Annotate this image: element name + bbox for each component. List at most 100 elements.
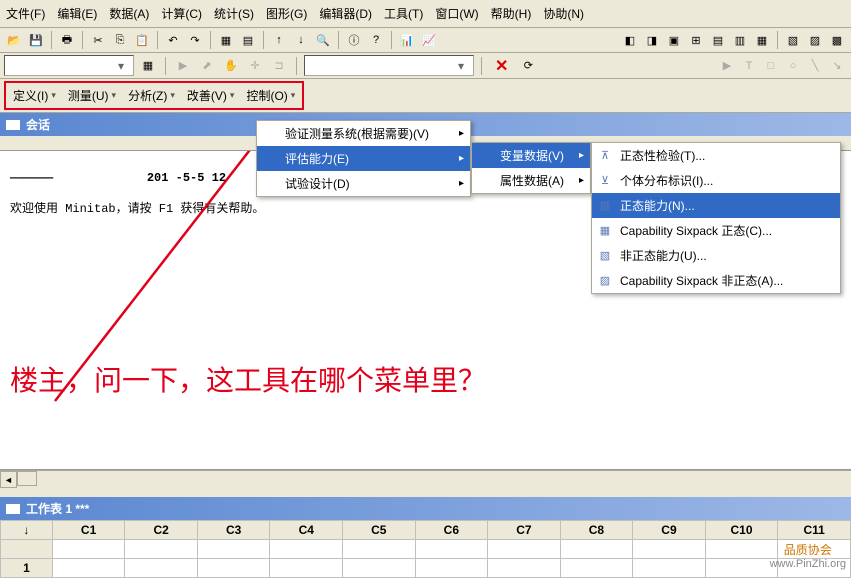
- close-icon[interactable]: ✕: [489, 56, 514, 76]
- win8-icon[interactable]: ▧: [783, 30, 803, 50]
- win7-icon[interactable]: ▦: [752, 30, 772, 50]
- win1-icon[interactable]: ◧: [620, 30, 640, 50]
- cell[interactable]: [197, 559, 270, 578]
- win3-icon[interactable]: ▣: [664, 30, 684, 50]
- navprev-icon[interactable]: ↑: [269, 30, 289, 50]
- info-icon[interactable]: ⓘ: [344, 30, 364, 50]
- win5-icon[interactable]: ▤: [708, 30, 728, 50]
- cell[interactable]: [705, 540, 778, 559]
- sigma-measure[interactable]: 测量(U)▾: [62, 84, 122, 107]
- popup-individual-dist[interactable]: ⊻个体分布标识(I)...: [592, 168, 840, 193]
- cell[interactable]: [488, 559, 561, 578]
- cell[interactable]: [343, 559, 416, 578]
- menu-editor[interactable]: 编辑器(D): [313, 2, 378, 25]
- menu-calc[interactable]: 计算(C): [155, 2, 208, 25]
- chart-icon[interactable]: 📊: [397, 30, 417, 50]
- popup-normality-test[interactable]: ⊼正态性检验(T)...: [592, 143, 840, 168]
- sigma-control[interactable]: 控制(O)▾: [240, 84, 301, 107]
- win9-icon[interactable]: ▨: [805, 30, 825, 50]
- redo-icon[interactable]: ↷: [185, 30, 205, 50]
- win4-icon[interactable]: ⊞: [686, 30, 706, 50]
- col-c4[interactable]: C4: [270, 521, 343, 540]
- cell[interactable]: [197, 540, 270, 559]
- popup-sixpack-nonnormal[interactable]: ▨Capability Sixpack 非正态(A)...: [592, 268, 840, 293]
- refresh-icon[interactable]: ⟳: [518, 56, 538, 76]
- win10-icon[interactable]: ▩: [827, 30, 847, 50]
- cell[interactable]: [270, 540, 343, 559]
- win2-icon[interactable]: ◨: [642, 30, 662, 50]
- row-blank[interactable]: [1, 540, 53, 559]
- popup-sixpack-normal[interactable]: ▦Capability Sixpack 正态(C)...: [592, 218, 840, 243]
- sigma-analyze[interactable]: 分析(Z)▾: [122, 84, 181, 107]
- circle-tool-icon[interactable]: ○: [783, 56, 803, 76]
- cell[interactable]: [52, 540, 125, 559]
- crosshair-icon[interactable]: ✛: [245, 56, 265, 76]
- tool-icon-2[interactable]: ▤: [238, 30, 258, 50]
- col-c9[interactable]: C9: [633, 521, 706, 540]
- chart2-icon[interactable]: 📈: [419, 30, 439, 50]
- combo2[interactable]: ▾: [304, 55, 474, 76]
- col-c3[interactable]: C3: [197, 521, 270, 540]
- win6-icon[interactable]: ▥: [730, 30, 750, 50]
- scroll-left-icon[interactable]: ◄: [0, 471, 17, 488]
- arrow-tool-icon[interactable]: ▶: [173, 56, 193, 76]
- popup-normal-capability[interactable]: ▥正态能力(N)...: [592, 193, 840, 218]
- menu-data[interactable]: 数据(A): [103, 2, 155, 25]
- polyline-tool-icon[interactable]: ↘: [827, 56, 847, 76]
- col-c2[interactable]: C2: [125, 521, 198, 540]
- help-icon[interactable]: ?: [366, 30, 386, 50]
- col-c8[interactable]: C8: [560, 521, 633, 540]
- cell[interactable]: [270, 559, 343, 578]
- col-c10[interactable]: C10: [705, 521, 778, 540]
- cell[interactable]: [560, 559, 633, 578]
- cell[interactable]: [415, 559, 488, 578]
- cell[interactable]: [705, 559, 778, 578]
- text-tool-icon[interactable]: T: [739, 56, 759, 76]
- line-tool-icon[interactable]: ╲: [805, 56, 825, 76]
- popup-nonnormal-capability[interactable]: ▧非正态能力(U)...: [592, 243, 840, 268]
- select-tool-icon[interactable]: ⬈: [197, 56, 217, 76]
- cell[interactable]: [488, 540, 561, 559]
- print-icon[interactable]: 🖶: [57, 30, 77, 50]
- popup-attribute-data[interactable]: 属性数据(A)▸: [472, 168, 590, 193]
- scroll-thumb[interactable]: [17, 471, 37, 486]
- pointer-icon[interactable]: ▶: [717, 56, 737, 76]
- cell[interactable]: [343, 540, 416, 559]
- open-icon[interactable]: 📂: [4, 30, 24, 50]
- menu-graph[interactable]: 图形(G): [260, 2, 313, 25]
- cell[interactable]: [633, 540, 706, 559]
- menu-edit[interactable]: 编辑(E): [51, 2, 103, 25]
- col-c11[interactable]: C11: [778, 521, 851, 540]
- hand-tool-icon[interactable]: ✋: [221, 56, 241, 76]
- cut-icon[interactable]: ✂: [88, 30, 108, 50]
- popup-assess-capability[interactable]: 评估能力(E)▸: [257, 146, 470, 171]
- cell[interactable]: [560, 540, 633, 559]
- col-c1[interactable]: C1: [52, 521, 125, 540]
- combo1[interactable]: ▾: [4, 55, 134, 76]
- find-icon[interactable]: 🔍: [313, 30, 333, 50]
- popup-validate-measure[interactable]: 验证测量系统(根据需要)(V)▸: [257, 121, 470, 146]
- popup-doe[interactable]: 试验设计(D)▸: [257, 171, 470, 196]
- rect-tool-icon[interactable]: □: [761, 56, 781, 76]
- copy-icon[interactable]: ⎘: [110, 30, 130, 50]
- tool5-icon[interactable]: ⊐: [269, 56, 289, 76]
- paste-icon[interactable]: 📋: [132, 30, 152, 50]
- menu-tools[interactable]: 工具(T): [378, 2, 429, 25]
- popup-variable-data[interactable]: 变量数据(V)▸: [472, 143, 590, 168]
- menu-stat[interactable]: 统计(S): [208, 2, 260, 25]
- menu-file[interactable]: 文件(F): [0, 2, 51, 25]
- navnext-icon[interactable]: ↓: [291, 30, 311, 50]
- col-c5[interactable]: C5: [343, 521, 416, 540]
- menu-window[interactable]: 窗口(W): [429, 2, 484, 25]
- cell[interactable]: [52, 559, 125, 578]
- session-hscrollbar[interactable]: ◄: [0, 470, 851, 487]
- tool-icon[interactable]: ▦: [216, 30, 236, 50]
- sigma-improve[interactable]: 改善(V)▾: [181, 84, 241, 107]
- palette-icon[interactable]: ▦: [138, 56, 158, 76]
- cell[interactable]: [125, 540, 198, 559]
- col-c6[interactable]: C6: [415, 521, 488, 540]
- sigma-define[interactable]: 定义(I)▾: [7, 84, 62, 107]
- col-arrow[interactable]: ↓: [1, 521, 53, 540]
- save-icon[interactable]: 💾: [26, 30, 46, 50]
- menu-assist[interactable]: 协助(N): [537, 2, 590, 25]
